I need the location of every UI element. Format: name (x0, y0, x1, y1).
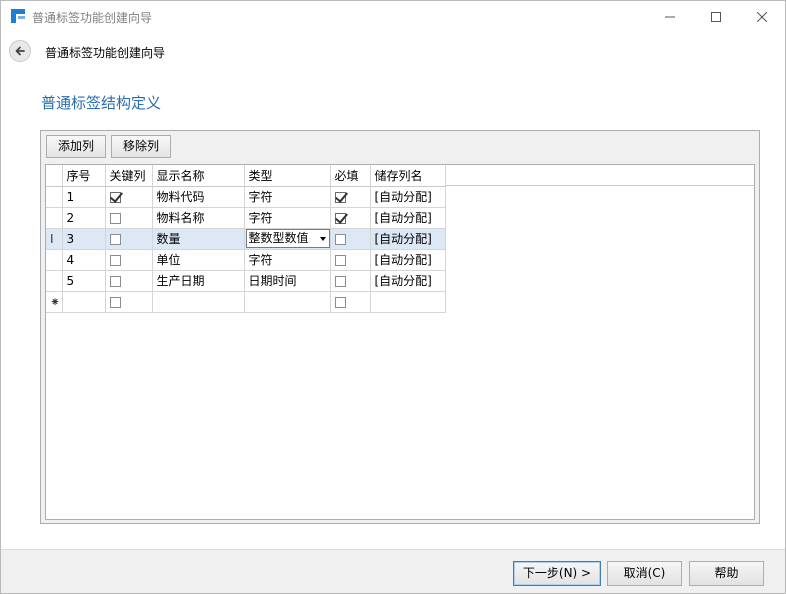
new-row[interactable]: ⁕ (46, 291, 446, 313)
row-indicator (46, 249, 63, 271)
title-bar[interactable]: 普通标签功能创建向导 (1, 1, 785, 32)
next-button[interactable]: 下一步(N) > (513, 561, 601, 586)
back-arrow-icon (15, 46, 25, 56)
cell-type[interactable]: 字符 (244, 186, 331, 208)
column-header-key[interactable]: 关键列 (105, 165, 153, 187)
cell-display-name[interactable]: 生产日期 (152, 270, 245, 292)
minimize-icon (665, 16, 675, 17)
column-header-storage[interactable]: 储存列名 (370, 165, 446, 187)
cell-storage-name[interactable]: [自动分配] (370, 207, 446, 229)
table-row[interactable]: 4 单位 字符 [自动分配] (46, 249, 446, 271)
minimize-button[interactable] (647, 1, 693, 32)
cell-seq[interactable]: 5 (62, 270, 106, 292)
header-indicator (46, 165, 63, 187)
cell-type[interactable]: 整数型数值 (244, 228, 331, 250)
cell-required[interactable] (330, 228, 371, 250)
cell-required[interactable] (330, 207, 371, 229)
required-checkbox[interactable] (334, 296, 346, 308)
key-checkbox[interactable] (109, 212, 121, 224)
required-checkbox[interactable] (334, 233, 346, 245)
column-header-display-name[interactable]: 显示名称 (152, 165, 245, 187)
window-title: 普通标签功能创建向导 (32, 11, 153, 25)
key-checkbox[interactable] (109, 275, 121, 287)
cell-storage-name[interactable]: [自动分配] (370, 249, 446, 271)
cell-display-name[interactable]: 单位 (152, 249, 245, 271)
table-row[interactable]: 2 物料名称 字符 [自动分配] (46, 207, 446, 229)
cell-display-name[interactable]: 物料名称 (152, 207, 245, 229)
required-checkbox[interactable] (334, 212, 346, 224)
cell-seq[interactable]: 1 (62, 186, 106, 208)
required-checkbox[interactable] (334, 254, 346, 266)
column-header-required[interactable]: 必填 (330, 165, 371, 187)
grid-table: 序号 关键列 显示名称 类型 必填 储存列名 1 物料代码 字符 [自动分配] 2 物料名… (46, 165, 446, 313)
table-row[interactable]: 1 物料代码 字符 [自动分配] (46, 186, 446, 208)
row-indicator (46, 270, 63, 292)
cell-key[interactable] (105, 270, 153, 292)
footer-bar: 下一步(N) > 取消(C) 帮助 (1, 549, 785, 593)
required-checkbox[interactable] (334, 275, 346, 287)
add-column-button[interactable]: 添加列 (46, 135, 106, 158)
cell-key[interactable] (105, 249, 153, 271)
close-button[interactable] (739, 1, 785, 32)
nav-bar: 普通标签功能创建向导 (1, 32, 785, 70)
key-checkbox[interactable] (109, 233, 121, 245)
cell-seq[interactable]: 2 (62, 207, 106, 229)
cell-storage-name[interactable]: [自动分配] (370, 228, 446, 250)
column-header-type[interactable]: 类型 (244, 165, 331, 187)
key-checkbox[interactable] (109, 254, 121, 266)
key-checkbox[interactable] (109, 296, 121, 308)
row-indicator (46, 207, 63, 229)
help-button[interactable]: 帮助 (689, 561, 764, 586)
cell-display-name[interactable]: 物料代码 (152, 186, 245, 208)
page-heading: 普通标签结构定义 (41, 94, 162, 112)
cell-required[interactable] (330, 249, 371, 271)
cell-storage-name[interactable]: [自动分配] (370, 270, 446, 292)
cell-storage-name[interactable] (370, 291, 446, 313)
cell-key[interactable] (105, 228, 153, 250)
structure-panel: 添加列 移除列 序号 关键列 显示名称 类型 必填 储存列名 1 物料代码 字符… (40, 130, 760, 524)
chevron-down-icon[interactable] (319, 237, 326, 241)
app-logo-icon (11, 9, 25, 23)
cell-key[interactable] (105, 207, 153, 229)
maximize-icon (711, 11, 721, 22)
cancel-button[interactable]: 取消(C) (607, 561, 682, 586)
header-row: 序号 关键列 显示名称 类型 必填 储存列名 (46, 165, 446, 187)
cell-type[interactable] (244, 291, 331, 313)
remove-column-button[interactable]: 移除列 (111, 135, 171, 158)
key-checkbox[interactable] (109, 191, 121, 203)
cell-seq[interactable]: 3 (62, 228, 106, 250)
row-indicator: ⁕ (46, 291, 63, 313)
cell-key[interactable] (105, 291, 153, 313)
type-dropdown[interactable]: 整数型数值 (245, 229, 329, 248)
header-filler (446, 165, 754, 186)
back-button[interactable] (9, 40, 31, 62)
cell-storage-name[interactable]: [自动分配] (370, 186, 446, 208)
cell-type[interactable]: 日期时间 (244, 270, 331, 292)
row-indicator: I (46, 228, 63, 250)
type-dropdown-value: 整数型数值 (248, 231, 309, 245)
cell-key[interactable] (105, 186, 153, 208)
row-indicator (46, 186, 63, 208)
required-checkbox[interactable] (334, 191, 346, 203)
table-row[interactable]: I 3 数量 整数型数值 [自动分配] (46, 228, 446, 250)
cell-required[interactable] (330, 270, 371, 292)
nav-title: 普通标签功能创建向导 (45, 46, 166, 60)
cell-required[interactable] (330, 291, 371, 313)
cell-required[interactable] (330, 186, 371, 208)
column-header-seq[interactable]: 序号 (62, 165, 106, 187)
cell-seq[interactable]: 4 (62, 249, 106, 271)
cell-display-name[interactable] (152, 291, 245, 313)
cell-type[interactable]: 字符 (244, 249, 331, 271)
cell-display-name[interactable]: 数量 (152, 228, 245, 250)
structure-grid[interactable]: 序号 关键列 显示名称 类型 必填 储存列名 1 物料代码 字符 [自动分配] 2 物料名… (45, 164, 755, 520)
cell-type[interactable]: 字符 (244, 207, 331, 229)
wizard-window: 普通标签功能创建向导 普通标签功能创建向导 普通标签结构定义 添加列 移除列 序… (0, 0, 786, 594)
table-row[interactable]: 5 生产日期 日期时间 [自动分配] (46, 270, 446, 292)
maximize-button[interactable] (693, 1, 739, 32)
close-icon (757, 11, 767, 22)
cell-seq[interactable] (62, 291, 106, 313)
